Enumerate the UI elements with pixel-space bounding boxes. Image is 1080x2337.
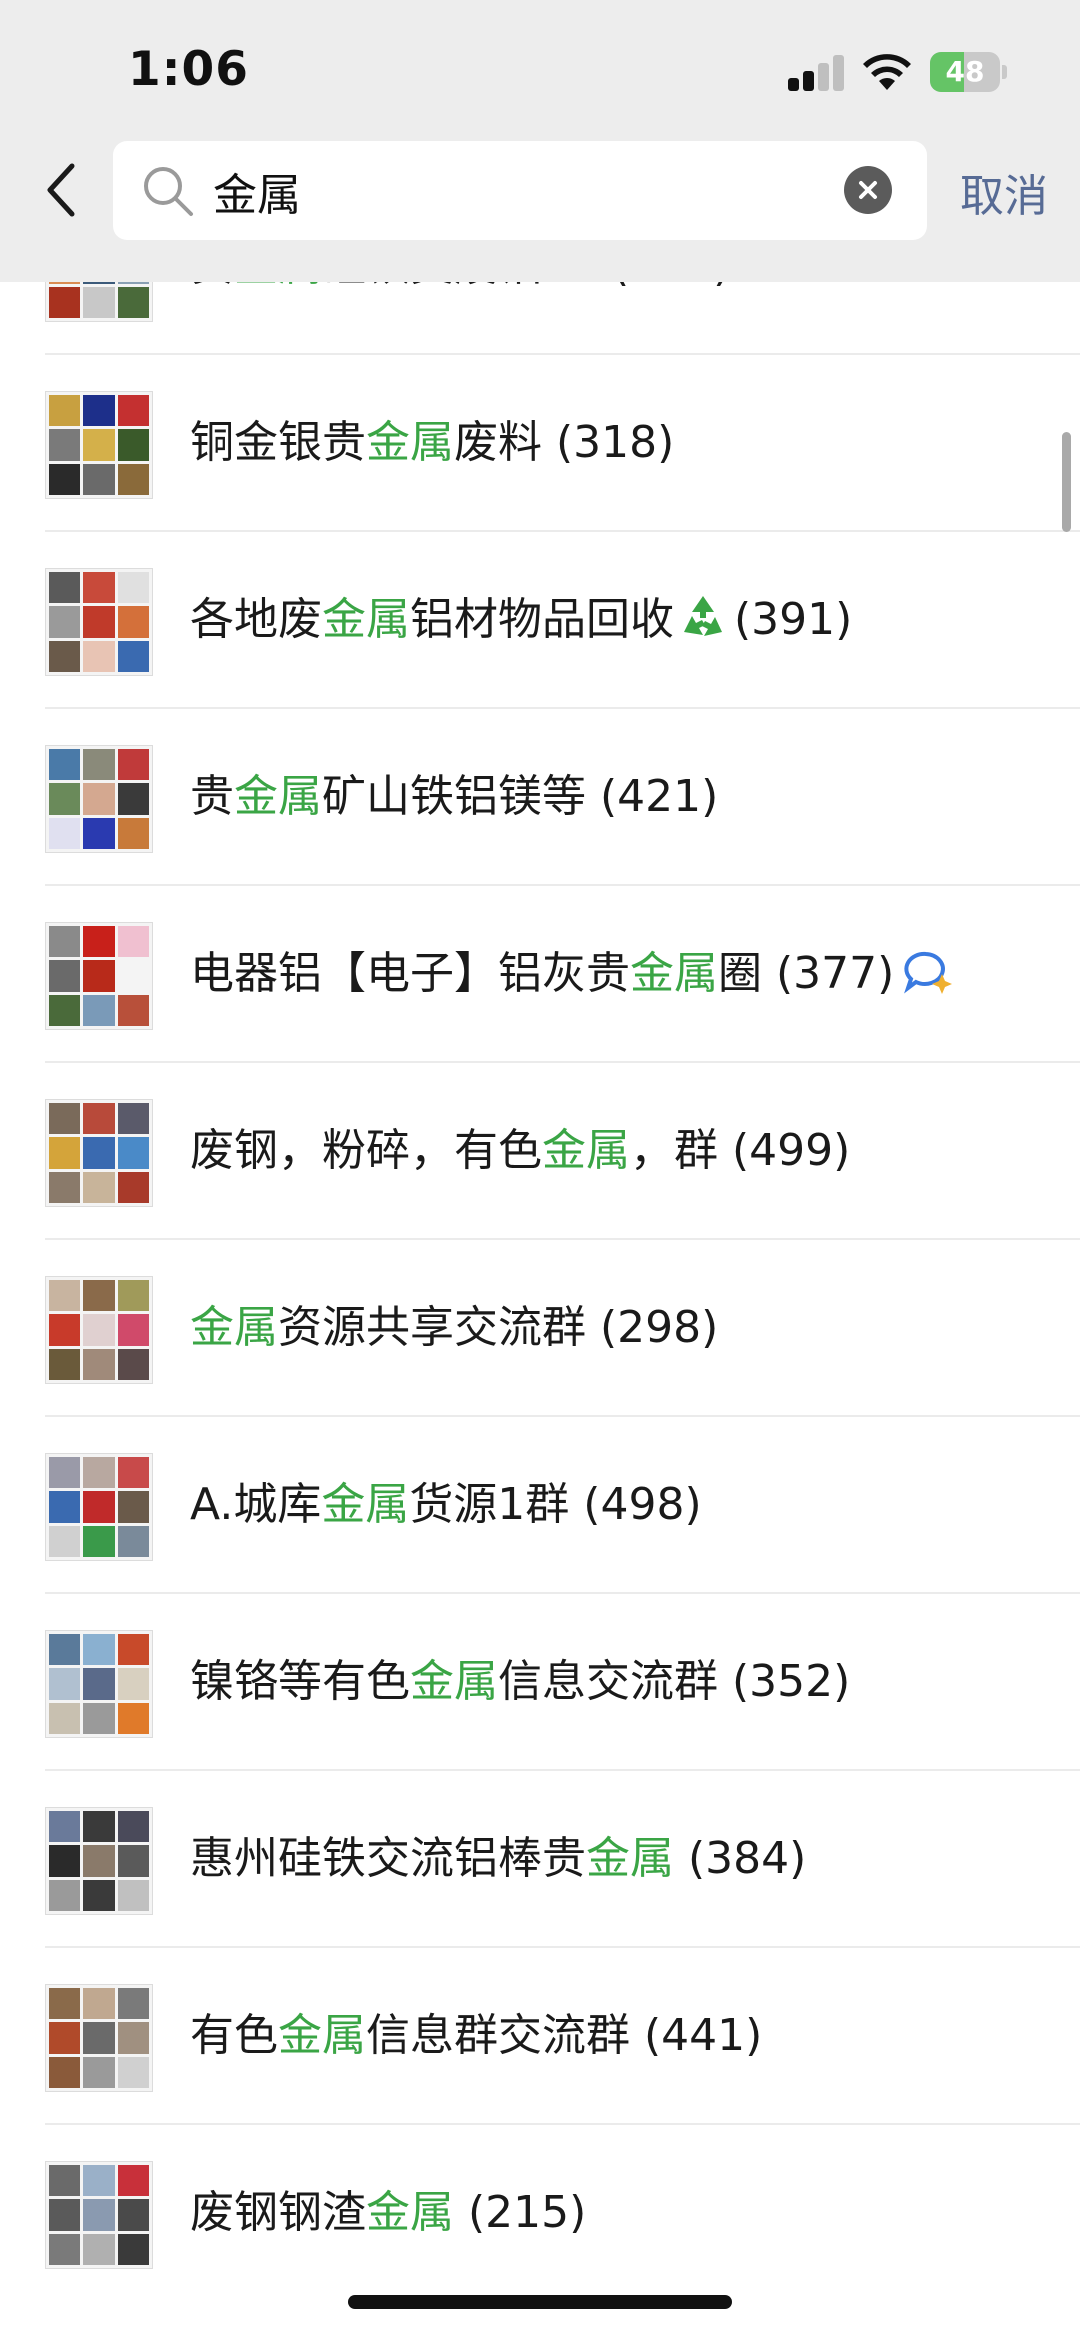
group-avatar xyxy=(45,1807,153,1915)
list-item[interactable]: 贵金属矿山铁铝镁等 (421) xyxy=(0,709,1080,886)
home-indicator[interactable] xyxy=(348,2295,732,2309)
search-icon xyxy=(144,167,193,216)
group-name: 惠州硅铁交流铝棒贵金属 (384) xyxy=(190,1833,807,1884)
list-item[interactable]: 各地废金属铝材物品回收 (391) xyxy=(0,532,1080,709)
group-avatar xyxy=(45,1099,153,1207)
header: 1:06 48 取 xyxy=(0,0,1080,282)
list-item[interactable]: 电器铝【电子】铝灰贵金属圈 (377) xyxy=(0,886,1080,1063)
list-item[interactable]: 有色金属信息群交流群 (441) xyxy=(0,1948,1080,2125)
back-button[interactable] xyxy=(40,160,84,220)
group-avatar xyxy=(45,1276,153,1384)
list-item[interactable]: 废钢钢渣金属 (215) xyxy=(0,2125,1080,2302)
status-bar: 1:06 48 xyxy=(0,0,1080,140)
list-item[interactable]: 废钢，粉碎，有色金属，群 (499) xyxy=(0,1063,1080,1240)
group-name: 铜金银贵金属废料 (318) xyxy=(190,417,675,468)
group-name: A.城库金属货源1群 (498) xyxy=(190,1479,702,1530)
group-avatar xyxy=(45,2161,153,2269)
list-item[interactable]: 镍铬等有色金属信息交流群 (352) xyxy=(0,1594,1080,1771)
search-results-list: 贵金属硅铁交废铝23 (316) 铜金银贵金属废料 (318) 各地废金属铝材物… xyxy=(0,214,1080,2302)
group-avatar xyxy=(45,568,153,676)
scroll-indicator[interactable] xyxy=(1062,432,1071,532)
list-item[interactable]: 铜金银贵金属废料 (318) xyxy=(0,355,1080,532)
search-box xyxy=(113,141,927,240)
group-name: 电器铝【电子】铝灰贵金属圈 (377) xyxy=(190,944,954,1004)
group-name: 有色金属信息群交流群 (441) xyxy=(190,2010,763,2061)
group-avatar xyxy=(45,1453,153,1561)
cancel-button[interactable]: 取消 xyxy=(960,160,1048,224)
clear-icon xyxy=(859,181,877,199)
wifi-icon xyxy=(863,54,911,90)
battery-charging-icon: 48 xyxy=(930,52,1007,92)
recycle-icon xyxy=(684,596,722,636)
group-avatar xyxy=(45,745,153,853)
clear-search-button[interactable] xyxy=(844,166,892,214)
group-avatar xyxy=(45,391,153,499)
list-item[interactable]: 惠州硅铁交流铝棒贵金属 (384) xyxy=(0,1771,1080,1948)
group-name: 各地废金属铝材物品回收 (391) xyxy=(190,594,853,645)
group-avatar xyxy=(45,922,153,1030)
group-name: 镍铬等有色金属信息交流群 (352) xyxy=(190,1656,851,1707)
list-item[interactable]: A.城库金属货源1群 (498) xyxy=(0,1417,1080,1594)
chat-badge-icon xyxy=(904,951,953,994)
list-item[interactable]: 金属资源共享交流群 (298) xyxy=(0,1240,1080,1417)
group-avatar xyxy=(45,1630,153,1738)
group-name: 贵金属矿山铁铝镁等 (421) xyxy=(190,771,719,822)
battery-percent: 48 xyxy=(945,55,985,88)
group-name: 金属资源共享交流群 (298) xyxy=(190,1302,719,1353)
group-avatar xyxy=(45,1984,153,2092)
search-input[interactable] xyxy=(213,141,833,240)
group-name: 废钢，粉碎，有色金属，群 (499) xyxy=(190,1125,851,1176)
status-time: 1:06 xyxy=(128,42,249,97)
group-name: 废钢钢渣金属 (215) xyxy=(190,2187,587,2238)
cellular-signal-icon xyxy=(788,55,844,91)
